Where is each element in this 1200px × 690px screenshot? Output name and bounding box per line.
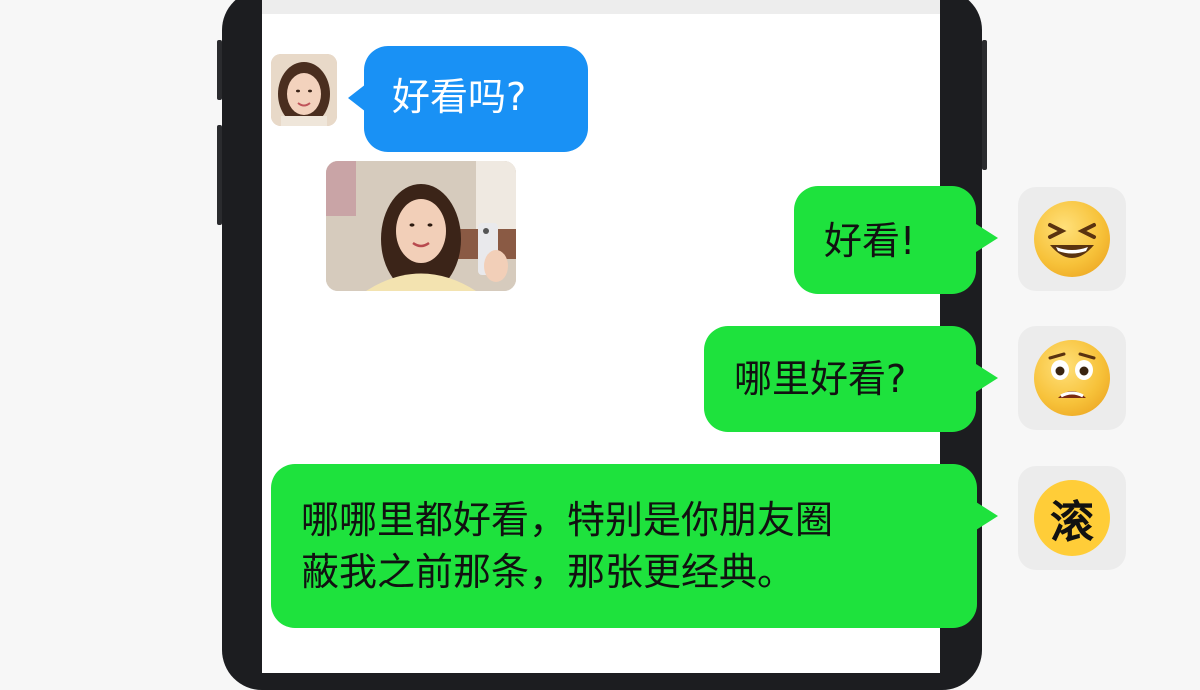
message-text: 哪里好看?	[734, 357, 907, 401]
outgoing-message-bubble[interactable]: 哪哪里都好看，特别是你朋友圈 蔽我之前那条，那张更经典。	[271, 464, 977, 628]
outgoing-message-bubble[interactable]: 好看!	[794, 186, 976, 294]
outgoing-message-bubble[interactable]: 哪里好看?	[704, 326, 976, 432]
contact-avatar[interactable]	[271, 54, 337, 126]
grinning-squint-icon	[1034, 201, 1110, 277]
sender-avatar-emoji[interactable]: 滚	[1018, 466, 1126, 570]
message-text: 好看!	[824, 219, 916, 263]
message-text: 哪哪里都好看，特别是你朋友圈	[301, 498, 834, 542]
bubble-tail	[976, 364, 998, 392]
bubble-tail	[976, 502, 998, 530]
shocked-face-icon	[1034, 340, 1110, 416]
message-text: 蔽我之前那条，那张更经典。	[301, 550, 796, 594]
sender-avatar-emoji[interactable]	[1018, 326, 1126, 430]
phone-side-button	[217, 40, 222, 100]
incoming-message-bubble[interactable]: 好看吗?	[364, 46, 588, 152]
phone-side-button	[982, 40, 987, 170]
incoming-photo-message[interactable]	[326, 161, 516, 291]
message-text: 好看吗?	[392, 75, 527, 119]
sender-avatar-emoji[interactable]	[1018, 187, 1126, 291]
bubble-tail	[976, 224, 998, 252]
gun-character-icon: 滚	[1034, 480, 1110, 556]
status-bar	[262, 0, 940, 14]
phone-side-button	[217, 125, 222, 225]
